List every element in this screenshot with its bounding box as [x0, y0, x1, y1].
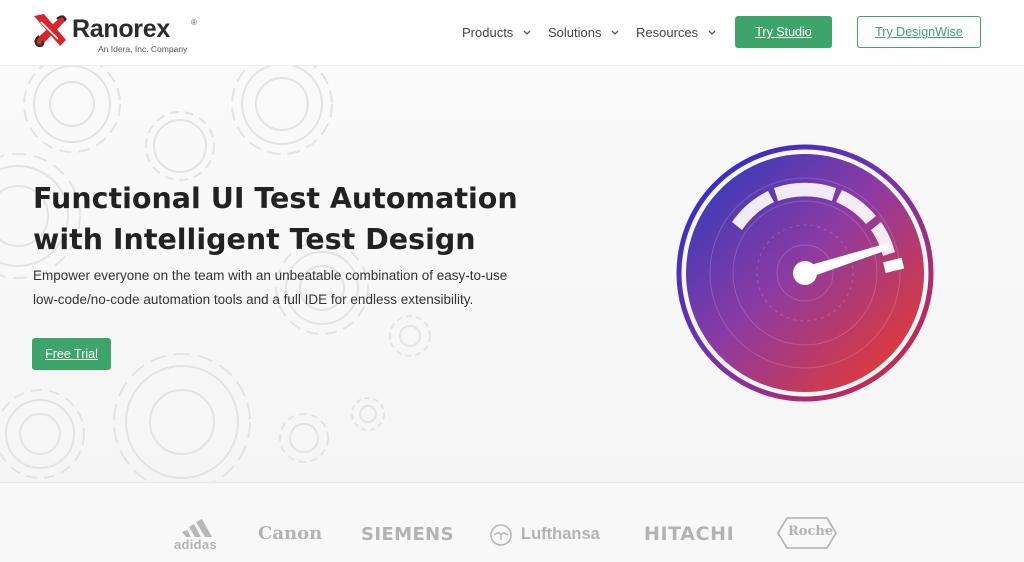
- adidas-logo: adidas: [174, 519, 226, 553]
- brand-name: Ranorex: [72, 15, 170, 43]
- try-designwise-button[interactable]: Try DesignWise: [857, 16, 981, 48]
- chevron-down-icon: [523, 30, 531, 35]
- hero-description: Empower everyone on the team with an unb…: [33, 268, 508, 307]
- speedometer-gauge-illustration: [676, 144, 934, 402]
- site-header: Ranorex ® An Idera, Inc. Company Product…: [0, 0, 1024, 66]
- gear-decoration: [145, 111, 215, 181]
- chevron-down-icon: [611, 30, 619, 35]
- gear-decoration: [23, 66, 121, 153]
- hero-title: Functional UI Test Automation with Intel…: [33, 178, 553, 260]
- gear-decoration: [279, 413, 329, 463]
- nav-item-label: Solutions: [548, 25, 602, 40]
- hero-title-line: Functional UI Test Automation: [33, 182, 518, 215]
- lufthansa-wordmark: Lufthansa: [521, 525, 600, 543]
- gear-decoration: [389, 315, 431, 357]
- ranorex-x-logo-icon: [34, 14, 67, 48]
- adidas-wordmark: adidas: [174, 537, 217, 552]
- nav-item-label: Products: [462, 25, 514, 40]
- chevron-down-icon: [708, 30, 716, 35]
- brand-tagline: An Idera, Inc. Company: [98, 44, 188, 54]
- adidas-stripes-icon: [182, 519, 212, 537]
- nav-item-resources[interactable]: Resources: [636, 25, 716, 43]
- free-trial-button[interactable]: Free Trial: [32, 338, 111, 370]
- client-logos-strip: adidas Canon SIEMENS Lufthansa HITACHI R…: [0, 482, 1024, 562]
- try-studio-button[interactable]: Try Studio: [735, 16, 832, 48]
- nav-item-solutions[interactable]: Solutions: [548, 25, 619, 43]
- gear-decoration: [231, 66, 333, 155]
- canon-logo: Canon: [258, 523, 323, 544]
- siemens-logo: SIEMENS: [361, 524, 454, 545]
- nav-item-label: Resources: [636, 25, 699, 40]
- gear-decoration: [0, 389, 85, 479]
- ranorex-logo[interactable]: Ranorex ® An Idera, Inc. Company: [30, 10, 200, 56]
- roche-wordmark: Roche: [788, 524, 834, 539]
- hitachi-logo: HITACHI: [644, 523, 735, 545]
- hero-title-line: with Intelligent Test Design: [33, 223, 476, 256]
- roche-logo: Roche: [777, 517, 837, 549]
- lufthansa-crane-icon: [490, 524, 512, 546]
- gear-decoration: [113, 353, 251, 482]
- nav-item-products[interactable]: Products: [462, 25, 531, 43]
- hero-section: Functional UI Test Automation with Intel…: [0, 66, 1024, 482]
- registered-mark: ®: [191, 18, 197, 27]
- gear-decoration: [351, 397, 385, 431]
